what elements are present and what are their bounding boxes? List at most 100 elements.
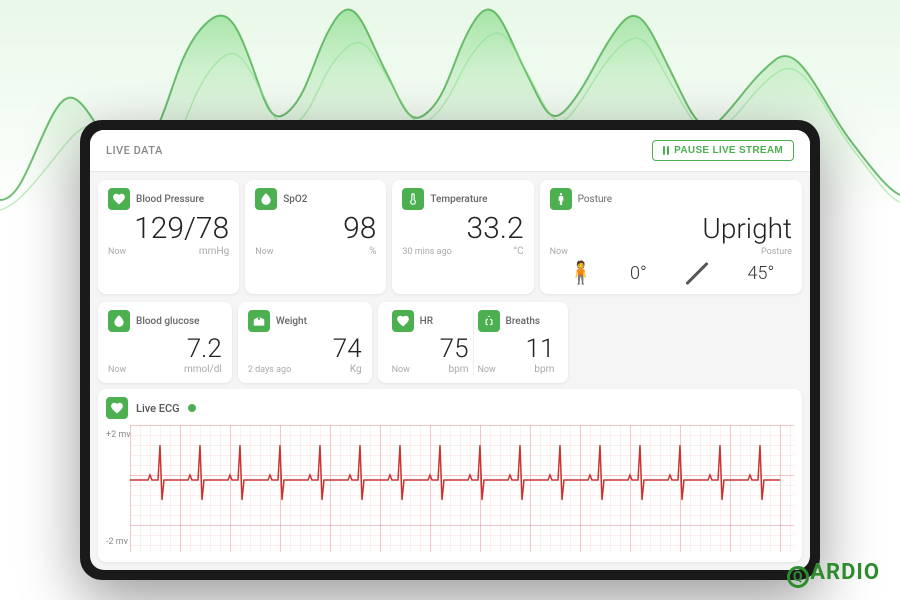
hr-icon xyxy=(392,310,414,332)
glucose-svg xyxy=(112,314,126,328)
breaths-header: Breaths xyxy=(478,310,555,332)
breaths-half: Breaths 11 Now bpm xyxy=(473,310,559,375)
posture-unit: Posture xyxy=(761,247,792,257)
posture-angle1: 0° xyxy=(630,263,647,284)
glucose-header: Blood glucose xyxy=(108,310,222,332)
temperature-card: Temperature 33.2 30 mins ago °C xyxy=(392,180,533,294)
ecg-title: Live ECG xyxy=(136,402,180,415)
weight-unit: Kg xyxy=(350,364,362,375)
ecg-svg xyxy=(130,425,794,552)
breaths-footer: Now bpm xyxy=(478,364,555,375)
ecg-pos-label: +2 mv xyxy=(106,430,131,440)
hr-unit: bpm xyxy=(449,364,469,375)
temp-card-header: Temperature xyxy=(402,188,523,210)
brand-name: ARDIO xyxy=(810,560,880,585)
pause-button-label: PAUSE LIVE STREAM xyxy=(674,145,783,156)
bp-value: 129/78 xyxy=(108,214,229,244)
glucose-unit: mmol/dl xyxy=(184,364,222,375)
bp-label: Blood Pressure xyxy=(136,194,204,205)
spo2-label: SpO2 xyxy=(283,194,307,205)
bp-icon xyxy=(108,188,130,210)
posture-card: Posture Upright Now Posture 🧍 0° 45° xyxy=(540,180,802,294)
weight-svg xyxy=(252,314,266,328)
cards-row2: Blood glucose 7.2 Now mmol/dl Weight 74 xyxy=(90,302,810,389)
spo2-card-header: SpO2 xyxy=(255,188,376,210)
posture-footer: Now Posture xyxy=(550,247,792,257)
temp-footer: 30 mins ago °C xyxy=(402,246,523,257)
q-circle-icon: Q xyxy=(787,566,809,588)
glucose-icon xyxy=(108,310,130,332)
breaths-icon xyxy=(478,310,500,332)
header-bar: LIVE DATA PAUSE LIVE STREAM xyxy=(90,130,810,172)
heart-bp-svg xyxy=(112,192,126,206)
temp-label: Temperature xyxy=(430,194,487,205)
breaths-time: Now xyxy=(478,365,496,375)
blood-glucose-card: Blood glucose 7.2 Now mmol/dl xyxy=(98,302,232,383)
spo2-footer: Now % xyxy=(255,246,376,257)
posture-header: Posture xyxy=(550,188,792,210)
spo2-unit: % xyxy=(369,246,376,257)
hr-label: HR xyxy=(420,316,433,327)
breaths-value: 11 xyxy=(478,336,555,362)
spo2-icon xyxy=(255,188,277,210)
thermometer-icon xyxy=(402,188,424,210)
live-data-title: LIVE DATA xyxy=(106,144,163,157)
weight-card: Weight 74 2 days ago Kg xyxy=(238,302,372,383)
breaths-label: Breaths xyxy=(506,316,541,327)
glucose-footer: Now mmol/dl xyxy=(108,364,222,375)
ecg-grid xyxy=(130,425,794,552)
weight-icon xyxy=(248,310,270,332)
posture-icon xyxy=(550,188,572,210)
ecg-section: Live ECG +2 mv -2 mv xyxy=(98,389,802,562)
body-figure-icon: 🧍 xyxy=(567,261,594,286)
spo2-card: SpO2 98 Now % xyxy=(245,180,386,294)
weight-header: Weight xyxy=(248,310,362,332)
hr-footer: Now bpm xyxy=(392,364,469,375)
heart-svg xyxy=(396,314,410,328)
lungs-svg xyxy=(482,314,496,328)
weight-value: 74 xyxy=(248,336,362,362)
bp-card-header: Blood Pressure xyxy=(108,188,229,210)
ecg-heart-svg xyxy=(110,401,124,415)
glucose-value: 7.2 xyxy=(108,336,222,362)
hr-value: 75 xyxy=(392,336,469,362)
posture-line-icon xyxy=(686,262,709,285)
hr-time: Now xyxy=(392,365,410,375)
ecg-icon xyxy=(106,397,128,419)
posture-label: Posture xyxy=(578,194,613,205)
temp-time: 30 mins ago xyxy=(402,247,451,257)
posture-value: Upright xyxy=(550,212,792,245)
posture-time: Now xyxy=(550,247,568,257)
bp-footer: Now mmHg xyxy=(108,246,229,257)
weight-time: 2 days ago xyxy=(248,365,291,375)
qardio-logo: QARDIO xyxy=(787,560,880,586)
pause-icon xyxy=(663,146,669,155)
ecg-neg-label: -2 mv xyxy=(106,537,128,547)
weight-label: Weight xyxy=(276,316,307,327)
weight-footer: 2 days ago Kg xyxy=(248,364,362,375)
ecg-header: Live ECG xyxy=(106,397,794,419)
pause-live-stream-button[interactable]: PAUSE LIVE STREAM xyxy=(652,140,794,161)
tablet-frame: LIVE DATA PAUSE LIVE STREAM Blood Pressu… xyxy=(80,120,820,580)
ecg-live-dot xyxy=(188,404,196,412)
blood-pressure-card: Blood Pressure 129/78 Now mmHg xyxy=(98,180,239,294)
tablet-screen: LIVE DATA PAUSE LIVE STREAM Blood Pressu… xyxy=(90,130,810,570)
glucose-label: Blood glucose xyxy=(136,316,200,327)
posture-bottom: 🧍 0° 45° xyxy=(550,261,792,286)
spo2-time: Now xyxy=(255,247,273,257)
droplet-svg xyxy=(259,192,273,206)
ecg-chart: +2 mv -2 mv xyxy=(106,425,794,552)
thermometer-svg xyxy=(406,192,420,206)
bp-unit: mmHg xyxy=(199,246,229,257)
posture-svg xyxy=(554,192,568,206)
temp-value: 33.2 xyxy=(402,214,523,244)
glucose-time: Now xyxy=(108,365,126,375)
breaths-unit: bpm xyxy=(534,364,554,375)
posture-line-group xyxy=(682,272,712,275)
spo2-value: 98 xyxy=(255,214,376,244)
cards-row1: Blood Pressure 129/78 Now mmHg SpO2 98 xyxy=(90,172,810,302)
bp-time: Now xyxy=(108,247,126,257)
posture-angle2: 45° xyxy=(748,263,775,284)
spacer xyxy=(574,302,802,383)
hr-header: HR xyxy=(392,310,469,332)
